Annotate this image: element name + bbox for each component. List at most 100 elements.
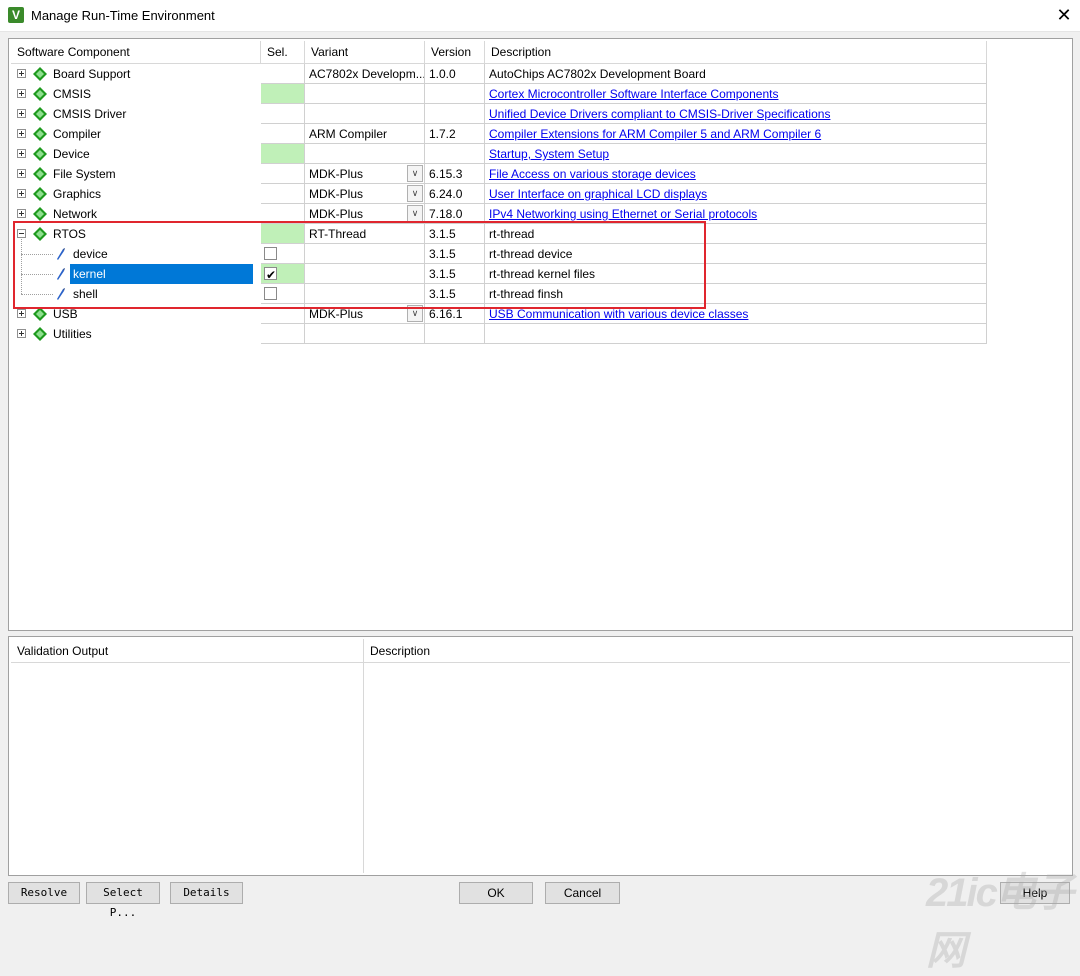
highlight-box <box>13 221 706 309</box>
description-link[interactable]: File Access on various storage devices <box>485 164 987 184</box>
component-cell: CMSIS <box>11 84 261 104</box>
expand-icon[interactable] <box>17 89 26 98</box>
component-class-icon <box>33 207 47 221</box>
expand-icon[interactable] <box>17 209 26 218</box>
component-cell: CMSIS Driver <box>11 104 261 124</box>
resolve-button[interactable]: Resolve <box>8 882 80 904</box>
validation-output-header: Validation Output <box>11 639 363 663</box>
table-row[interactable]: CMSIS Cortex Microcontroller Software Int… <box>11 84 987 104</box>
select-packs-button[interactable]: Select P... <box>86 882 160 919</box>
component-cell: Compiler <box>11 124 261 144</box>
version-cell <box>425 84 485 104</box>
expand-icon[interactable] <box>17 169 26 178</box>
component-name: Compiler <box>53 127 102 141</box>
version-cell <box>425 104 485 124</box>
component-name: CMSIS Driver <box>53 107 127 121</box>
component-class-icon <box>33 107 47 121</box>
description-link[interactable]: Cortex Microcontroller Software Interfac… <box>485 84 987 104</box>
variant-cell: AC7802x Developm... <box>305 64 425 84</box>
table-row[interactable]: Graphics MDK-Plus ∨ 6.24.0 User Interface on… <box>11 184 987 204</box>
table-row[interactable]: Utilities <box>11 324 987 344</box>
details-button[interactable]: Details <box>170 882 243 904</box>
variant-value: MDK-Plus <box>309 207 364 221</box>
table-row[interactable]: File System MDK-Plus ∨ 6.15.3 File Access on… <box>11 164 987 184</box>
version-cell <box>425 324 485 344</box>
sel-cell[interactable] <box>261 184 305 204</box>
variant-cell <box>305 324 425 344</box>
sel-cell[interactable] <box>261 324 305 344</box>
component-cell: Device <box>11 144 261 164</box>
watermark: 21ic电子网 <box>926 871 1074 973</box>
sel-cell[interactable] <box>261 84 305 104</box>
version-cell: 1.0.0 <box>425 64 485 84</box>
component-cell: File System <box>11 164 261 184</box>
header-version[interactable]: Version <box>425 41 485 63</box>
header-sel[interactable]: Sel. <box>261 41 305 63</box>
component-class-icon <box>33 147 47 161</box>
expand-icon[interactable] <box>17 129 26 138</box>
chevron-down-icon[interactable]: ∨ <box>407 185 423 202</box>
variant-cell <box>305 84 425 104</box>
description-link[interactable]: Startup, System Setup <box>485 144 987 164</box>
chevron-down-icon[interactable]: ∨ <box>407 165 423 182</box>
component-name: CMSIS <box>53 87 92 101</box>
header-variant[interactable]: Variant <box>305 41 425 63</box>
header-software-component[interactable]: Software Component <box>11 41 261 63</box>
expand-icon[interactable] <box>17 189 26 198</box>
sel-cell[interactable] <box>261 144 305 164</box>
header-description[interactable]: Description <box>485 41 987 63</box>
version-cell: 6.24.0 <box>425 184 485 204</box>
component-cell: Board Support <box>11 64 261 84</box>
sel-cell[interactable] <box>261 104 305 124</box>
table-row[interactable]: CMSIS Driver Unified Device Drivers compl… <box>11 104 987 124</box>
description-cell: AutoChips AC7802x Development Board <box>485 64 987 84</box>
component-class-icon <box>33 67 47 81</box>
expand-icon[interactable] <box>17 149 26 158</box>
close-icon[interactable]: ✕ <box>1052 4 1076 26</box>
description-cell <box>485 324 987 344</box>
description-link[interactable]: Unified Device Drivers compliant to CMSI… <box>485 104 987 124</box>
version-cell: 1.7.2 <box>425 124 485 144</box>
expand-icon[interactable] <box>17 329 26 338</box>
variant-cell <box>305 144 425 164</box>
expand-icon[interactable] <box>17 309 26 318</box>
component-cell: Utilities <box>11 324 261 344</box>
component-table: Software Component Sel. Variant Version … <box>8 38 1073 631</box>
sel-cell[interactable] <box>261 64 305 84</box>
component-name: Board Support <box>53 67 131 81</box>
variant-value: MDK-Plus <box>309 187 364 201</box>
component-name: File System <box>53 167 116 181</box>
component-class-icon <box>33 307 47 321</box>
variant-value: ARM Compiler <box>309 127 388 141</box>
description-link[interactable]: User Interface on graphical LCD displays <box>485 184 987 204</box>
variant-cell[interactable]: MDK-Plus ∨ <box>305 184 425 204</box>
table-row[interactable]: Compiler ARM Compiler 1.7.2 Compiler Extens… <box>11 124 987 144</box>
variant-value: MDK-Plus <box>309 307 364 321</box>
variant-cell <box>305 104 425 124</box>
validation-divider <box>363 663 364 873</box>
expand-icon[interactable] <box>17 69 26 78</box>
table-header: Software Component Sel. Variant Version … <box>11 41 987 64</box>
ok-button[interactable]: OK <box>459 882 533 904</box>
component-class-icon <box>33 87 47 101</box>
component-class-icon <box>33 187 47 201</box>
component-name: Utilities <box>53 327 92 341</box>
table-row[interactable]: Board Support AC7802x Developm... 1.0.0 Aut… <box>11 64 987 84</box>
sel-cell[interactable] <box>261 124 305 144</box>
title-bar: V Manage Run-Time Environment ✕ <box>0 0 1080 32</box>
description-link[interactable]: Compiler Extensions for ARM Compiler 5 a… <box>485 124 987 144</box>
validation-description-header: Description <box>363 639 1070 663</box>
component-class-icon <box>33 327 47 341</box>
expand-icon[interactable] <box>17 109 26 118</box>
cancel-button[interactable]: Cancel <box>545 882 620 904</box>
chevron-down-icon[interactable]: ∨ <box>407 205 423 222</box>
splitter[interactable] <box>8 631 1071 635</box>
sel-cell[interactable] <box>261 164 305 184</box>
component-name: Device <box>53 147 90 161</box>
version-cell <box>425 144 485 164</box>
component-class-icon <box>33 167 47 181</box>
variant-cell[interactable]: MDK-Plus ∨ <box>305 164 425 184</box>
table-row[interactable]: Device Startup, System Setup <box>11 144 987 164</box>
variant-cell: ARM Compiler <box>305 124 425 144</box>
component-class-icon <box>33 127 47 141</box>
